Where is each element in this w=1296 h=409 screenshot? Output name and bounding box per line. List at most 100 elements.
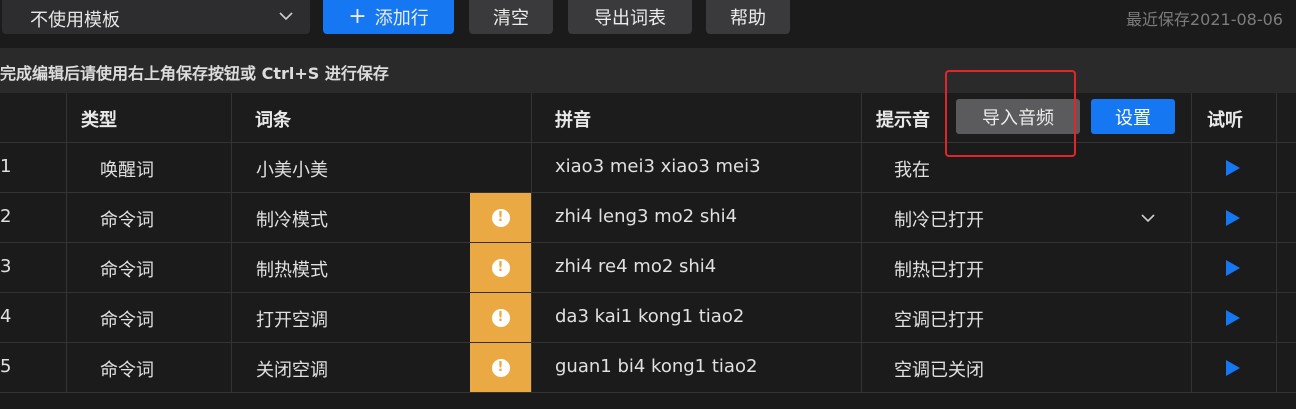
- row-index: 1: [0, 156, 12, 177]
- row-entry[interactable]: 打开空调: [256, 306, 328, 332]
- last-saved-text: 最近保存2021-08-06: [1126, 10, 1283, 29]
- table-row[interactable]: 5 命令词 关闭空调! guan1 bi4 kong1 tiao2 空调已关闭: [0, 343, 1296, 393]
- row-prompt[interactable]: 制热已打开: [894, 256, 984, 282]
- column-divider: [66, 293, 67, 343]
- column-divider: [1276, 193, 1277, 243]
- row-index: 2: [0, 206, 12, 227]
- column-divider: [861, 143, 862, 193]
- column-divider: [66, 343, 67, 393]
- table-row[interactable]: 1 唤醒词 小美小美 xiao3 mei3 xiao3 mei3 我在: [0, 143, 1296, 193]
- row-index: 3: [0, 256, 12, 277]
- play-icon[interactable]: [1226, 160, 1240, 176]
- column-divider: [861, 243, 862, 293]
- row-pinyin[interactable]: zhi4 leng3 mo2 shi4: [555, 206, 737, 227]
- column-header-type: 类型: [81, 110, 117, 131]
- save-hint-text: 完成编辑后请使用右上角保存按钮或 Ctrl+S 进行保存: [0, 64, 389, 83]
- row-type[interactable]: 命令词: [100, 306, 154, 332]
- highlight-annotation-box: [945, 70, 1076, 157]
- warning-badge[interactable]: !: [470, 293, 531, 342]
- table-row[interactable]: 4 命令词 打开空调! da3 kai1 kong1 tiao2 空调已打开: [0, 293, 1296, 343]
- play-icon[interactable]: [1226, 210, 1240, 226]
- column-divider: [1276, 93, 1277, 143]
- column-divider: [861, 343, 862, 393]
- warning-badge[interactable]: !: [470, 343, 531, 392]
- template-select-value: 不使用模板: [30, 10, 120, 31]
- column-divider: [531, 93, 532, 143]
- row-pinyin[interactable]: da3 kai1 kong1 tiao2: [555, 306, 744, 327]
- column-divider: [1191, 343, 1192, 393]
- row-index: 4: [0, 306, 12, 327]
- row-index: 5: [0, 356, 12, 377]
- export-wordlist-button[interactable]: 导出词表: [568, 0, 692, 34]
- warning-badge[interactable]: !: [470, 193, 531, 242]
- template-select[interactable]: 不使用模板: [2, 0, 310, 34]
- column-header-prompt: 提示音: [876, 110, 930, 131]
- row-prompt[interactable]: 空调已打开: [894, 306, 984, 332]
- help-button[interactable]: 帮助: [706, 0, 790, 34]
- warning-badge[interactable]: !: [470, 243, 531, 292]
- column-header-listen: 试听: [1207, 110, 1243, 131]
- add-row-label: 添加行: [374, 8, 429, 29]
- column-divider: [1191, 143, 1192, 193]
- column-header-pinyin: 拼音: [555, 110, 591, 131]
- column-divider: [1191, 193, 1192, 243]
- row-type[interactable]: 唤醒词: [100, 156, 154, 182]
- column-divider: [1276, 293, 1277, 343]
- column-divider: [861, 193, 862, 243]
- column-divider: [231, 143, 232, 193]
- plus-icon: +: [348, 4, 367, 29]
- column-divider: [1276, 343, 1277, 393]
- warning-icon: !: [491, 308, 510, 327]
- clear-button[interactable]: 清空: [469, 0, 553, 34]
- play-icon[interactable]: [1226, 310, 1240, 326]
- row-pinyin[interactable]: guan1 bi4 kong1 tiao2: [555, 356, 757, 377]
- chevron-down-icon: [279, 12, 293, 21]
- play-icon[interactable]: [1226, 360, 1240, 376]
- warning-icon: !: [491, 258, 510, 277]
- column-divider: [231, 193, 232, 243]
- toolbar: 不使用模板 + 添加行 清空 导出词表 帮助 最近保存2021-08-06: [0, 0, 1296, 48]
- column-divider: [66, 93, 67, 143]
- row-type[interactable]: 命令词: [100, 356, 154, 382]
- table-row[interactable]: 2 命令词 制冷模式! zhi4 leng3 mo2 shi4 制冷已打开: [0, 193, 1296, 243]
- column-header-entry: 词条: [255, 110, 291, 131]
- play-icon[interactable]: [1226, 260, 1240, 276]
- column-divider: [531, 343, 532, 393]
- row-entry[interactable]: 制冷模式: [256, 206, 328, 232]
- row-entry[interactable]: 小美小美: [256, 156, 328, 182]
- chevron-down-icon[interactable]: [1140, 210, 1156, 226]
- column-divider: [1191, 93, 1192, 143]
- column-divider: [231, 343, 232, 393]
- column-divider: [66, 143, 67, 193]
- row-pinyin[interactable]: zhi4 re4 mo2 shi4: [555, 256, 716, 277]
- column-divider: [531, 193, 532, 243]
- row-prompt[interactable]: 制冷已打开: [894, 206, 984, 232]
- column-divider: [66, 193, 67, 243]
- column-divider: [1276, 143, 1277, 193]
- column-divider: [531, 143, 532, 193]
- warning-icon: !: [491, 358, 510, 377]
- row-prompt[interactable]: 空调已关闭: [894, 356, 984, 382]
- row-type[interactable]: 命令词: [100, 256, 154, 282]
- column-divider: [1276, 243, 1277, 293]
- table-row[interactable]: 3 命令词 制热模式! zhi4 re4 mo2 shi4 制热已打开: [0, 243, 1296, 293]
- column-divider: [531, 293, 532, 343]
- row-pinyin[interactable]: xiao3 mei3 xiao3 mei3: [555, 156, 761, 177]
- column-divider: [231, 93, 232, 143]
- row-entry[interactable]: 关闭空调: [256, 356, 328, 382]
- column-divider: [231, 243, 232, 293]
- row-entry[interactable]: 制热模式: [256, 256, 328, 282]
- column-divider: [861, 93, 862, 143]
- save-hint-bar: 完成编辑后请使用右上角保存按钮或 Ctrl+S 进行保存: [0, 48, 1296, 93]
- warning-icon: !: [491, 208, 510, 227]
- row-prompt[interactable]: 我在: [894, 156, 930, 182]
- row-type[interactable]: 命令词: [100, 206, 154, 232]
- column-divider: [861, 293, 862, 343]
- column-divider: [1191, 293, 1192, 343]
- settings-button[interactable]: 设置: [1091, 99, 1175, 134]
- column-divider: [231, 293, 232, 343]
- column-divider: [66, 243, 67, 293]
- column-divider: [1191, 243, 1192, 293]
- column-divider: [531, 243, 532, 293]
- add-row-button[interactable]: + 添加行: [323, 0, 454, 34]
